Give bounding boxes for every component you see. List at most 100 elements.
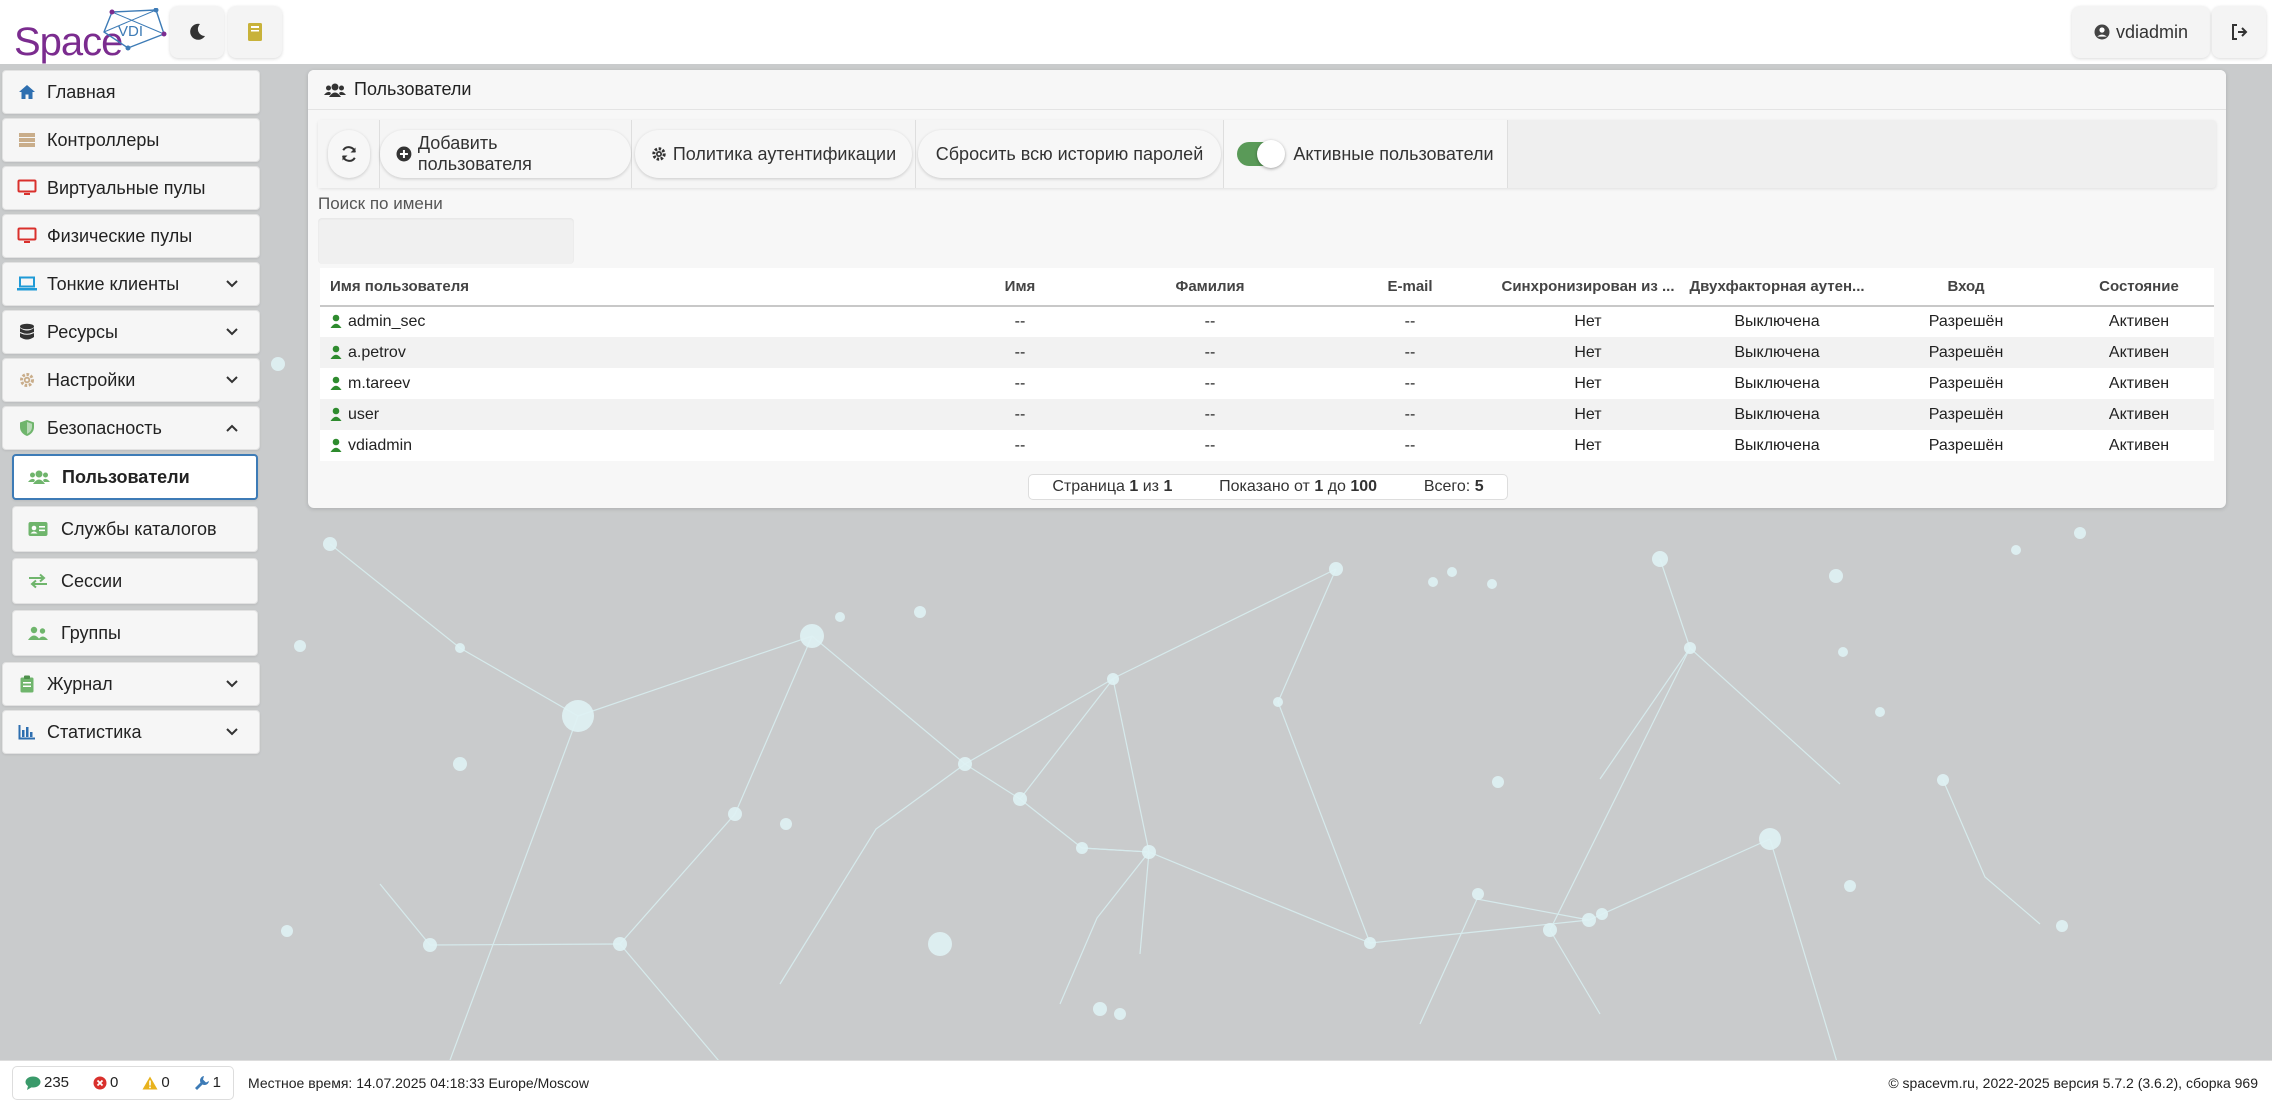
sidebar-item-physical-pools[interactable]: Физические пулы [2, 214, 260, 258]
cell-email: -- [1404, 313, 1416, 330]
sidebar-item-home[interactable]: Главная [2, 70, 260, 114]
table-row[interactable]: vdiadmin -- -- -- Нет Выключена Разрешён Активе… [320, 430, 2214, 461]
sidebar-item-statistics[interactable]: Статистика [2, 710, 260, 754]
tasks-badge[interactable]: 1 [194, 1074, 221, 1091]
col-first-name[interactable]: Имя [950, 268, 1090, 307]
spacevdi-logo[interactable]: Space VDI [14, 6, 167, 64]
sidebar-item-controllers[interactable]: Контроллеры [2, 118, 260, 162]
sidebar-item-virtual-pools[interactable]: Виртуальные пулы [2, 166, 260, 210]
cell-synced-from: Нет [1490, 337, 1686, 368]
sidebar-subitem-sessions[interactable]: Сессии [12, 558, 258, 604]
sidebar-item-label: Главная [47, 81, 116, 102]
shield-icon [17, 418, 37, 438]
errors-badge[interactable]: 0 [93, 1074, 118, 1091]
search-label: Поиск по имени [318, 194, 443, 213]
col-last-name[interactable]: Фамилия [1090, 268, 1330, 307]
cell-email: -- [1330, 399, 1490, 430]
refresh-icon [341, 146, 356, 162]
sidebar-item-label: Тонкие клиенты [47, 273, 180, 294]
table-row[interactable]: a.petrov -- -- -- Нет Выключена Разрешён Активе… [320, 337, 2214, 368]
page-title: Пользователи [354, 79, 472, 99]
col-two-factor[interactable]: Двухфакторная аутен... [1686, 268, 1868, 307]
col-email[interactable]: E-mail [1330, 268, 1490, 307]
id-card-icon [27, 519, 49, 539]
book-icon [248, 23, 262, 41]
laptop-icon [17, 274, 37, 294]
username-text: vdiadmin [348, 436, 413, 454]
sidebar-item-label: Журнал [47, 673, 113, 694]
active-users-toggle[interactable] [1237, 140, 1286, 168]
reset-password-history-button[interactable]: Сбросить всю историю паролей [917, 130, 1222, 178]
user-name: vdiadmin [2115, 21, 2188, 42]
col-state[interactable]: Состояние [2064, 268, 2214, 307]
username-text: m.tareev [348, 374, 411, 392]
user-menu-button[interactable]: vdiadmin [2071, 6, 2210, 58]
cell-synced-from: Нет [1574, 436, 1602, 454]
cell-email: -- [1404, 374, 1416, 392]
col-login[interactable]: Вход [1868, 268, 2064, 307]
username-text: a.petrov [348, 343, 406, 361]
warnings-badge[interactable]: 0 [142, 1074, 170, 1091]
database-icon [17, 322, 37, 342]
table-row[interactable]: admin_sec -- -- -- Нет Выключена Разрешён Актив… [320, 306, 2214, 337]
username-text: admin_sec [348, 313, 426, 330]
warning-icon [142, 1076, 158, 1089]
cell-last-name: -- [1090, 399, 1330, 430]
cell-two-factor: Выключена [1734, 374, 1820, 392]
docs-button[interactable] [228, 6, 282, 58]
table-row[interactable]: m.tareev -- -- -- Нет Выключена Разрешён Активе… [320, 368, 2214, 399]
cell-login: Разрешён [1928, 374, 2004, 392]
cell-state: Активен [2108, 374, 2170, 392]
cell-email: -- [1404, 436, 1416, 454]
refresh-button[interactable] [327, 130, 370, 178]
sidebar-subitem-groups[interactable]: Группы [12, 610, 258, 656]
sidebar-subitem-directory-services[interactable]: Службы каталогов [12, 506, 258, 552]
cell-login: Разрешён [1928, 436, 2004, 454]
cell-synced-from: Нет [1574, 313, 1602, 330]
sidebar-subitem-label: Пользователи [62, 466, 190, 487]
sidebar-subitem-users[interactable]: Пользователи [12, 454, 258, 500]
cell-synced-from: Нет [1574, 374, 1602, 392]
table-row[interactable]: user -- -- -- Нет Выключена Разрешён Активен [320, 399, 2214, 430]
desktop-icon [17, 226, 37, 246]
sign-out-icon [2232, 24, 2248, 40]
chevron-down-icon [226, 376, 238, 384]
auth-policy-button[interactable]: Политика аутентификации [634, 130, 913, 178]
sidebar-item-resources[interactable]: Ресурсы [2, 310, 260, 354]
col-username[interactable]: Имя пользователя [320, 268, 950, 307]
sidebar-item-settings[interactable]: Настройки [2, 358, 260, 402]
cell-state: Активен [2108, 436, 2170, 454]
sidebar-subitem-label: Сессии [61, 570, 123, 591]
chevron-down-icon [226, 728, 238, 736]
cell-login: Разрешён [1928, 313, 2004, 330]
add-user-button[interactable]: Добавить пользователя [380, 130, 631, 178]
sidebar-item-label: Ресурсы [47, 321, 118, 342]
cell-last-name: -- [1204, 374, 1216, 392]
sidebar-item-label: Контроллеры [47, 129, 160, 150]
toolbar-reset-segment: Сбросить всю историю паролей [916, 120, 1224, 188]
col-synced-from[interactable]: Синхронизирован из ... [1490, 268, 1686, 307]
wrench-icon [194, 1075, 209, 1090]
messages-badge[interactable]: 235 [25, 1074, 69, 1091]
cell-username: m.tareev [320, 368, 950, 399]
sidebar-item-journal[interactable]: Журнал [2, 662, 260, 706]
plus-circle-icon [396, 146, 412, 162]
sidebar-item-thin-clients[interactable]: Тонкие клиенты [2, 262, 260, 306]
cell-username: admin_sec [320, 306, 950, 337]
theme-toggle-button[interactable] [170, 6, 224, 58]
desktop-icon [17, 178, 37, 198]
sidebar-item-security[interactable]: Безопасность [2, 406, 260, 450]
logo-vdi-icon: VDI [103, 8, 167, 51]
pagination: Страница 1 из 1 Показано от 1 до 100 Все… [1028, 474, 1508, 500]
user-circle-icon [2094, 24, 2110, 40]
sidebar-item-label: Настройки [47, 369, 136, 390]
clipboard-icon [17, 674, 37, 694]
error-icon [93, 1076, 107, 1089]
active-users-label: Активные пользователи [1293, 143, 1494, 164]
search-input[interactable] [318, 218, 574, 264]
cell-last-name: -- [1204, 313, 1216, 330]
cell-username: a.petrov [320, 337, 950, 368]
reset-passwords-label: Сбросить всю историю паролей [935, 143, 1204, 164]
logout-button[interactable] [2212, 6, 2266, 58]
cell-login: Разрешён [1868, 399, 2064, 430]
